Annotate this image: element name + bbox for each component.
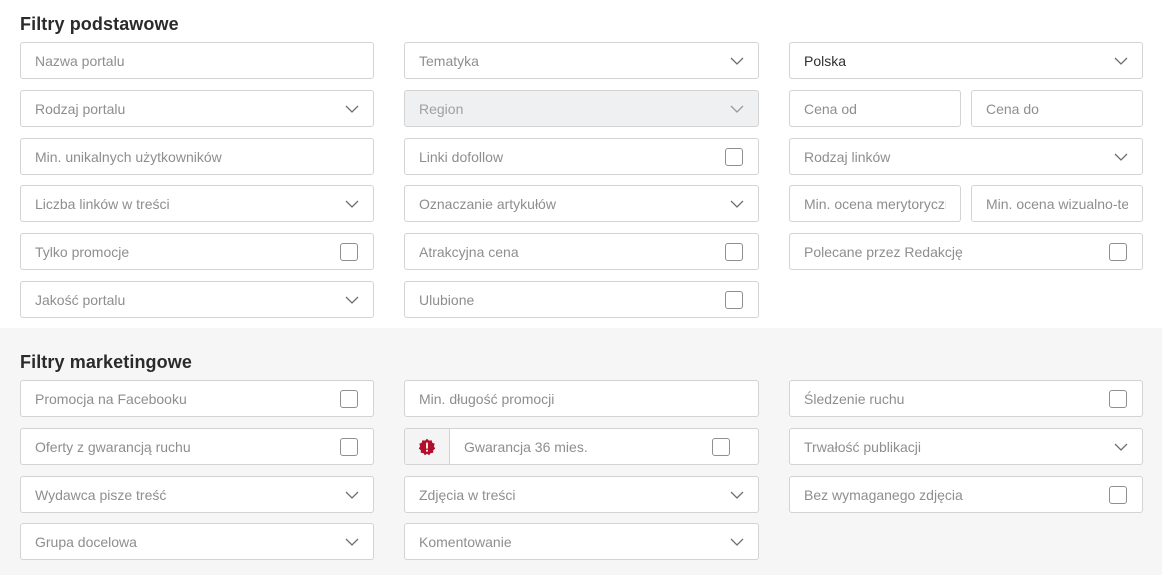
portal-quality-select[interactable]: Jakość portalu xyxy=(20,281,374,318)
checkbox[interactable] xyxy=(712,437,730,456)
checkbox[interactable] xyxy=(1109,389,1127,408)
comments-select[interactable]: Komentowanie xyxy=(404,523,759,560)
checkbox[interactable] xyxy=(340,389,358,408)
article-marking-label: Oznaczanie artykułów xyxy=(419,195,556,212)
chevron-down-icon xyxy=(730,54,744,68)
guarantee-36-label: Gwarancja 36 mies. xyxy=(464,438,588,455)
min-merit-rating-placeholder: Min. ocena merytoryczna xyxy=(804,195,946,212)
no-required-image-label: Bez wymaganego zdjęcia xyxy=(804,486,963,503)
chevron-down-icon xyxy=(730,488,744,502)
portal-name-input[interactable]: Nazwa portalu xyxy=(20,42,374,79)
traffic-tracking-checkbox[interactable]: Śledzenie ruchu xyxy=(789,380,1143,417)
no-required-image-checkbox[interactable]: Bez wymaganego zdjęcia xyxy=(789,476,1143,513)
basic-filters-title: Filtry podstawowe xyxy=(20,14,179,34)
chevron-down-icon xyxy=(1114,440,1128,454)
editors-choice-checkbox[interactable]: Polecane przez Redakcję xyxy=(789,233,1143,270)
facebook-promo-label: Promocja na Facebooku xyxy=(35,390,187,407)
publisher-writes-label: Wydawca pisze treść xyxy=(35,486,167,503)
links-in-content-select[interactable]: Liczba linków w treści xyxy=(20,185,374,222)
country-select[interactable]: Polska xyxy=(789,42,1143,79)
marketing-filters-title: Filtry marketingowe xyxy=(20,352,192,372)
region-label: Region xyxy=(419,100,464,117)
chevron-down-icon xyxy=(345,535,359,549)
checkbox[interactable] xyxy=(1109,242,1127,261)
price-to-input[interactable]: Cena do xyxy=(971,90,1143,127)
promotions-only-checkbox[interactable]: Tylko promocje xyxy=(20,233,374,270)
min-unique-users-input[interactable]: Min. unikalnych użytkowników xyxy=(20,138,374,175)
price-to-placeholder: Cena do xyxy=(986,100,1039,117)
portal-quality-label: Jakość portalu xyxy=(35,291,126,308)
favorites-label: Ulubione xyxy=(419,291,475,308)
price-from-placeholder: Cena od xyxy=(804,100,857,117)
links-in-content-label: Liczba linków w treści xyxy=(35,195,170,212)
chevron-down-icon xyxy=(1114,150,1128,164)
portal-name-placeholder: Nazwa portalu xyxy=(35,52,125,69)
dofollow-links-label: Linki dofollow xyxy=(419,148,504,165)
chevron-down-icon xyxy=(730,535,744,549)
editors-choice-label: Polecane przez Redakcję xyxy=(804,243,963,260)
portal-type-label: Rodzaj portalu xyxy=(35,100,126,117)
facebook-promo-checkbox[interactable]: Promocja na Facebooku xyxy=(20,380,374,417)
chevron-down-icon xyxy=(345,102,359,116)
chevron-down-icon xyxy=(730,197,744,211)
publisher-writes-select[interactable]: Wydawca pisze treść xyxy=(20,476,374,513)
traffic-guarantee-label: Oferty z gwarancją ruchu xyxy=(35,438,191,455)
marketing-filters-section: Filtry marketingowe Promocja na Facebook… xyxy=(0,328,1162,575)
checkbox[interactable] xyxy=(1109,485,1127,504)
topic-select[interactable]: Tematyka xyxy=(404,42,759,79)
alert-badge-icon xyxy=(405,429,450,464)
traffic-tracking-label: Śledzenie ruchu xyxy=(804,390,905,407)
promotions-only-label: Tylko promocje xyxy=(35,243,130,260)
target-group-label: Grupa docelowa xyxy=(35,533,137,550)
publication-durability-select[interactable]: Trwałość publikacji xyxy=(789,428,1143,465)
min-promo-length-input[interactable]: Min. długość promocji xyxy=(404,380,759,417)
min-promo-length-placeholder: Min. długość promocji xyxy=(419,390,555,407)
attractive-price-checkbox[interactable]: Atrakcyjna cena xyxy=(404,233,759,270)
min-unique-users-placeholder: Min. unikalnych użytkowników xyxy=(35,148,222,165)
price-from-input[interactable]: Cena od xyxy=(789,90,961,127)
topic-label: Tematyka xyxy=(419,52,479,69)
country-value: Polska xyxy=(804,52,847,69)
checkbox[interactable] xyxy=(340,437,358,456)
publication-durability-label: Trwałość publikacji xyxy=(804,438,921,455)
link-type-label: Rodzaj linków xyxy=(804,148,891,165)
chevron-down-icon xyxy=(345,488,359,502)
images-in-content-label: Zdjęcia w treści xyxy=(419,486,516,503)
portal-type-select[interactable]: Rodzaj portalu xyxy=(20,90,374,127)
images-in-content-select[interactable]: Zdjęcia w treści xyxy=(404,476,759,513)
dofollow-links-checkbox[interactable]: Linki dofollow xyxy=(404,138,759,175)
min-merit-rating-input[interactable]: Min. ocena merytoryczna xyxy=(789,185,961,222)
basic-filters-section: Filtry podstawowe Nazwa portalu Tematyka… xyxy=(0,0,1162,328)
target-group-select[interactable]: Grupa docelowa xyxy=(20,523,374,560)
traffic-guarantee-checkbox[interactable]: Oferty z gwarancją ruchu xyxy=(20,428,374,465)
checkbox[interactable] xyxy=(725,147,743,166)
attractive-price-label: Atrakcyjna cena xyxy=(419,243,519,260)
favorites-checkbox[interactable]: Ulubione xyxy=(404,281,759,318)
chevron-down-icon xyxy=(730,102,744,116)
article-marking-select[interactable]: Oznaczanie artykułów xyxy=(404,185,759,222)
chevron-down-icon xyxy=(345,197,359,211)
chevron-down-icon xyxy=(1114,54,1128,68)
checkbox[interactable] xyxy=(725,242,743,261)
min-visual-rating-input[interactable]: Min. ocena wizualno-techniczna xyxy=(971,185,1143,222)
chevron-down-icon xyxy=(345,293,359,307)
region-select[interactable]: Region xyxy=(404,90,759,127)
guarantee-36-checkbox[interactable]: Gwarancja 36 mies. xyxy=(404,428,759,465)
link-type-select[interactable]: Rodzaj linków xyxy=(789,138,1143,175)
comments-label: Komentowanie xyxy=(419,533,512,550)
min-visual-rating-placeholder: Min. ocena wizualno-techniczna xyxy=(986,195,1128,212)
checkbox[interactable] xyxy=(725,290,743,309)
checkbox[interactable] xyxy=(340,242,358,261)
